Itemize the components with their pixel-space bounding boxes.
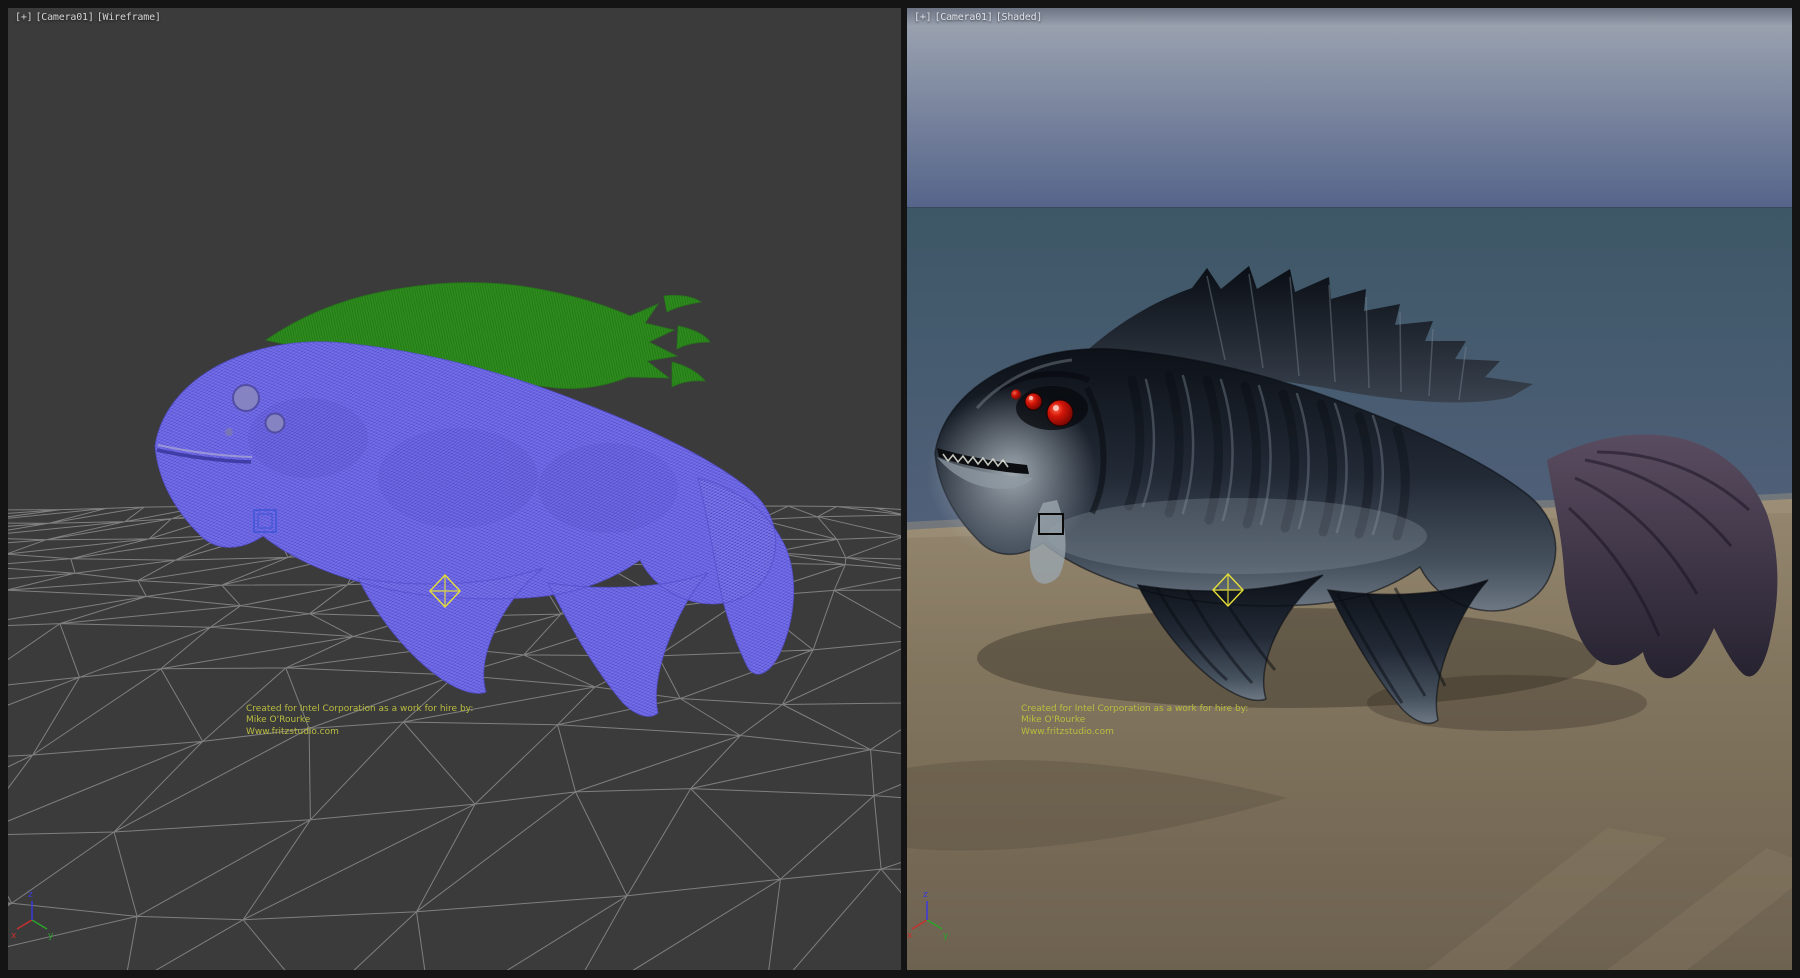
- viewport-menu-pov[interactable]: [Camera01]: [934, 12, 992, 23]
- viewport-menu-shading[interactable]: [Shaded]: [996, 12, 1043, 23]
- sky-background: [907, 8, 1792, 208]
- fish-eye: [233, 385, 259, 411]
- axis-z-label: z: [28, 890, 33, 900]
- viewport-right-shaded[interactable]: [+][Camera01] [Shaded]: [907, 8, 1792, 970]
- viewport-label: [+][Camera01] [Wireframe]: [15, 12, 164, 23]
- watermark-line1: Created for Intel Corporation as a work …: [246, 704, 473, 714]
- viewport-menu-shading[interactable]: [Wireframe]: [97, 12, 161, 23]
- watermark-line2: Mike O'Rourke: [246, 715, 311, 725]
- fish-eye: [225, 428, 233, 436]
- viewport-menu-pov[interactable]: [Camera01]: [35, 12, 93, 23]
- watermark-line3: Www.fritzstudio.com: [246, 727, 339, 737]
- shaded-scene: x y z Created for Intel Corporation as a…: [907, 8, 1792, 970]
- axis-z-label: z: [923, 890, 928, 900]
- axis-y-label: y: [48, 931, 54, 941]
- fish-eye: [1025, 393, 1042, 410]
- viewport-label: [+][Camera01] [Shaded]: [914, 12, 1045, 23]
- viewport-left-wireframe[interactable]: [+][Camera01] [Wireframe]: [8, 8, 901, 970]
- belly-highlight: [1047, 498, 1427, 574]
- fish-eye: [1011, 390, 1021, 400]
- viewport-menu-general[interactable]: [+]: [914, 12, 931, 23]
- axis-x-label: x: [907, 931, 913, 941]
- watermark-line2: Mike O'Rourke: [1021, 715, 1086, 725]
- axis-y-label: y: [943, 931, 949, 941]
- wireframe-scene: x y z Created for Intel Corporation as a…: [8, 8, 901, 970]
- fish-eye: [1047, 400, 1073, 426]
- fish-eye: [266, 414, 285, 433]
- viewport-menu-general[interactable]: [+]: [15, 12, 32, 23]
- axis-x-label: x: [11, 931, 17, 941]
- viewport-area: [+][Camera01][Wireframe]: [0, 0, 1800, 978]
- watermark-line1: Created for Intel Corporation as a work …: [1021, 704, 1248, 714]
- watermark-line3: Www.fritzstudio.com: [1021, 727, 1114, 737]
- eye-highlight: [1029, 396, 1033, 400]
- eye-highlight: [1053, 405, 1059, 411]
